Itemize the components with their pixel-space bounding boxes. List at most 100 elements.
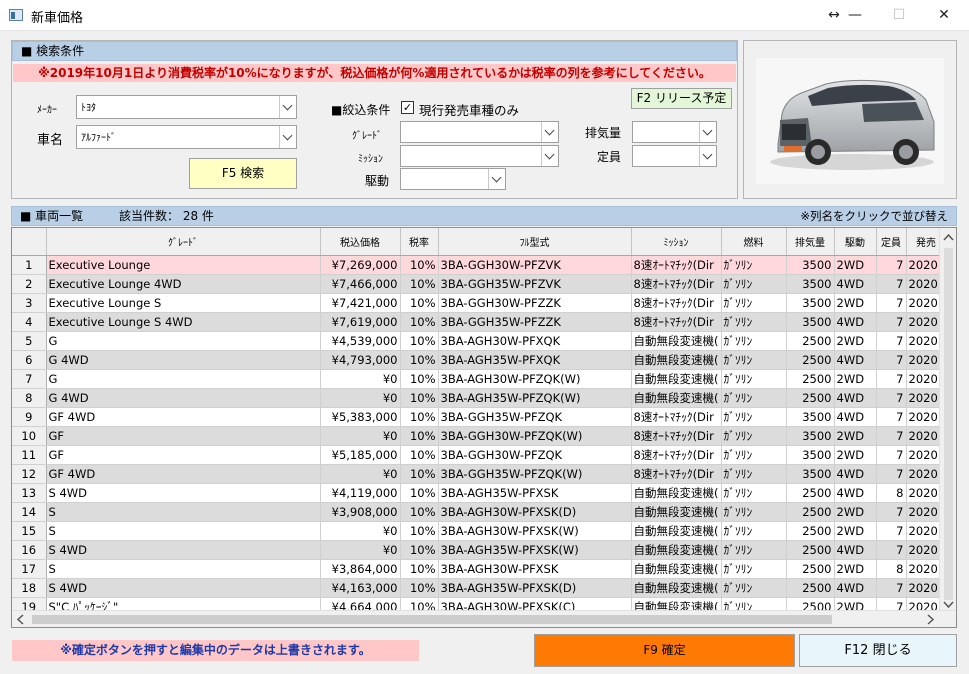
table-cell[interactable]: 10% <box>400 521 439 541</box>
table-cell[interactable]: 10% <box>400 407 439 427</box>
table-cell[interactable]: 8 <box>876 483 907 503</box>
column-header[interactable]: 排気量 <box>786 228 835 256</box>
table-cell[interactable]: 8速ｵｰﾄﾏﾁｯｸ(Dir <box>631 312 722 332</box>
table-cell[interactable]: 8速ｵｰﾄﾏﾁｯｸ(Dir <box>631 464 722 484</box>
table-cell[interactable]: 2WD <box>834 369 877 389</box>
table-cell[interactable]: S 4WD <box>46 540 321 560</box>
table-cell[interactable]: 8速ｵｰﾄﾏﾁｯｸ(Dir <box>631 293 722 313</box>
table-cell[interactable]: 3BA-AGH35W-PFXSK(W) <box>438 540 632 560</box>
row-number[interactable]: 17 <box>12 559 47 579</box>
row-number[interactable]: 2 <box>12 274 47 294</box>
table-cell[interactable]: 4WD <box>834 407 877 427</box>
table-cell[interactable]: 7 <box>876 369 907 389</box>
table-cell[interactable]: ｶﾞｿﾘﾝ <box>721 331 787 351</box>
column-header[interactable]: 税率 <box>400 228 439 256</box>
close-button[interactable]: F12 閉じる <box>799 634 957 667</box>
table-cell[interactable]: 8速ｵｰﾄﾏﾁｯｸ(Dir <box>631 407 722 427</box>
row-number[interactable]: 15 <box>12 521 47 541</box>
table-cell[interactable]: 2WD <box>834 255 877 275</box>
table-cell[interactable]: 8速ｵｰﾄﾏﾁｯｸ(Dir <box>631 426 722 446</box>
table-cell[interactable]: ¥0 <box>320 464 401 484</box>
table-cell[interactable]: 8 <box>876 559 907 579</box>
table-cell[interactable]: 10% <box>400 274 439 294</box>
table-cell[interactable]: 4WD <box>834 483 877 503</box>
table-cell[interactable]: Executive Lounge 4WD <box>46 274 321 294</box>
row-number[interactable]: 11 <box>12 445 47 465</box>
table-row[interactable]: 5 G ¥4,539,000 10% 3BA-AGH30W-PFXQK 自動無段変速機(ｶ… <box>12 331 947 351</box>
table-row[interactable]: 16 S 4WD ¥0 10% 3BA-AGH35W-PFXSK(W) 自動無段変速機(ｶ… <box>12 540 947 560</box>
chevron-down-icon[interactable] <box>541 146 558 166</box>
table-cell[interactable]: 7 <box>876 331 907 351</box>
table-cell[interactable]: 2WD <box>834 502 877 522</box>
table-cell[interactable]: ¥4,119,000 <box>320 483 401 503</box>
row-number[interactable]: 9 <box>12 407 47 427</box>
row-number[interactable]: 13 <box>12 483 47 503</box>
table-cell[interactable]: ¥4,163,000 <box>320 578 401 598</box>
table-cell[interactable]: 7 <box>876 350 907 370</box>
table-cell[interactable]: ｶﾞｿﾘﾝ <box>721 350 787 370</box>
table-cell[interactable]: ｶﾞｿﾘﾝ <box>721 388 787 408</box>
table-cell[interactable]: 4WD <box>834 540 877 560</box>
table-cell[interactable]: 10% <box>400 540 439 560</box>
table-cell[interactable]: 2500 <box>786 350 835 370</box>
table-cell[interactable]: S <box>46 559 321 579</box>
table-cell[interactable]: 2500 <box>786 483 835 503</box>
table-row[interactable]: 13 S 4WD ¥4,119,000 10% 3BA-AGH35W-PFXSK 自動無段… <box>12 483 947 503</box>
table-cell[interactable]: 4WD <box>834 464 877 484</box>
table-cell[interactable]: ｶﾞｿﾘﾝ <box>721 483 787 503</box>
table-cell[interactable]: 自動無段変速機( <box>631 521 722 541</box>
column-header[interactable]: ﾌﾙ型式 <box>438 228 632 256</box>
table-cell[interactable]: 4WD <box>834 578 877 598</box>
column-header[interactable]: 駆動 <box>834 228 877 256</box>
table-cell[interactable]: 10% <box>400 464 439 484</box>
table-cell[interactable]: 2WD <box>834 293 877 313</box>
table-cell[interactable]: ｶﾞｿﾘﾝ <box>721 255 787 275</box>
table-cell[interactable]: ｶﾞｿﾘﾝ <box>721 369 787 389</box>
confirm-button[interactable]: F9 確定 <box>534 634 795 667</box>
table-cell[interactable]: 7 <box>876 426 907 446</box>
row-number[interactable]: 8 <box>12 388 47 408</box>
table-cell[interactable]: ｶﾞｿﾘﾝ <box>721 464 787 484</box>
table-cell[interactable]: 7 <box>876 312 907 332</box>
table-cell[interactable]: ¥7,466,000 <box>320 274 401 294</box>
table-cell[interactable]: ｶﾞｿﾘﾝ <box>721 559 787 579</box>
row-number[interactable]: 14 <box>12 502 47 522</box>
table-cell[interactable]: 3BA-AGH30W-PFZQK(W) <box>438 369 632 389</box>
table-cell[interactable]: 10% <box>400 369 439 389</box>
table-cell[interactable]: 3500 <box>786 407 835 427</box>
table-cell[interactable]: 3BA-AGH30W-PFXSK <box>438 559 632 579</box>
table-cell[interactable]: 10% <box>400 312 439 332</box>
table-cell[interactable]: 3BA-GGH35W-PFZQK(W) <box>438 464 632 484</box>
table-cell[interactable]: ¥4,793,000 <box>320 350 401 370</box>
table-cell[interactable]: ¥5,383,000 <box>320 407 401 427</box>
table-row[interactable]: 7 G ¥0 10% 3BA-AGH30W-PFZQK(W) 自動無段変速機(ｶﾞｿﾘﾝ 2… <box>12 369 947 389</box>
table-cell[interactable]: 2500 <box>786 559 835 579</box>
table-cell[interactable]: 2500 <box>786 388 835 408</box>
release-schedule-button[interactable]: F2 リリース予定 <box>631 88 732 109</box>
row-number[interactable]: 1 <box>12 255 47 275</box>
table-cell[interactable]: 3BA-AGH35W-PFXQK <box>438 350 632 370</box>
table-cell[interactable]: 4WD <box>834 274 877 294</box>
row-number[interactable]: 18 <box>12 578 47 598</box>
table-cell[interactable]: 3BA-AGH30W-PFXSK(W) <box>438 521 632 541</box>
table-cell[interactable]: 2500 <box>786 578 835 598</box>
table-row[interactable]: 6G 4WD ¥4,793,000 10% 3BA-AGH35W-PFXQK 自動無段変… <box>12 350 947 370</box>
table-cell[interactable]: 4WD <box>834 350 877 370</box>
table-cell[interactable]: 10% <box>400 331 439 351</box>
table-cell[interactable]: 3BA-AGH35W-PFZQK(W) <box>438 388 632 408</box>
row-number[interactable]: 5 <box>12 331 47 351</box>
table-cell[interactable]: ¥7,421,000 <box>320 293 401 313</box>
table-cell[interactable]: S 4WD <box>46 483 321 503</box>
table-cell[interactable]: 3BA-GGH30W-PFZQK <box>438 445 632 465</box>
table-cell[interactable]: 3BA-GGH35W-PFZVK <box>438 274 632 294</box>
table-cell[interactable]: 2500 <box>786 521 835 541</box>
table-cell[interactable]: 10% <box>400 426 439 446</box>
chevron-down-icon[interactable] <box>541 122 558 142</box>
table-cell[interactable]: S <box>46 502 321 522</box>
row-number[interactable]: 10 <box>12 426 47 446</box>
table-cell[interactable]: ｶﾞｿﾘﾝ <box>721 521 787 541</box>
chevron-down-icon[interactable] <box>488 169 505 189</box>
table-cell[interactable]: ¥0 <box>320 369 401 389</box>
table-cell[interactable]: ¥3,864,000 <box>320 559 401 579</box>
table-cell[interactable]: ¥3,908,000 <box>320 502 401 522</box>
